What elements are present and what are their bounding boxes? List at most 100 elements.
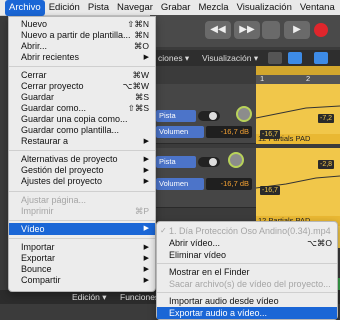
shortcut: ⌘W bbox=[132, 70, 149, 80]
submenu-arrow-icon: ▶ bbox=[143, 167, 149, 174]
submenu-arrow-icon: ▶ bbox=[143, 266, 149, 273]
rewind-button[interactable]: ◀◀ bbox=[205, 21, 231, 39]
menu-item-exportar[interactable]: Exportar ▶ bbox=[9, 253, 155, 264]
pan-knob[interactable] bbox=[236, 106, 252, 122]
menu-item-cerrar-proyecto[interactable]: Cerrar proyecto ⌥⌘W bbox=[9, 81, 155, 92]
exportar-audio-item[interactable]: Exportar audio a vídeo... bbox=[157, 307, 337, 319]
automation-point-value: -7,2 bbox=[318, 114, 335, 123]
submenu-arrow-icon: ▶ bbox=[143, 54, 149, 61]
menu-item-guardar-copia[interactable]: Guardar una copia como... bbox=[9, 114, 155, 125]
menu-item-label: Abrir recientes bbox=[21, 52, 80, 62]
separator bbox=[9, 66, 155, 67]
menu-item-video[interactable]: Vídeo ▶ bbox=[9, 223, 155, 235]
automation-point-value: -16,7 bbox=[260, 186, 280, 195]
track-header[interactable]: Pista Volumen -16,7 dB bbox=[150, 84, 256, 144]
separator bbox=[157, 292, 337, 293]
submenu-arrow-icon: ▶ bbox=[143, 244, 149, 251]
menu-item-abrir-recientes[interactable]: Abrir recientes ▶ bbox=[9, 52, 155, 63]
automation-parameter[interactable]: Volumen bbox=[156, 126, 204, 138]
submenu-arrow-icon: ▶ bbox=[143, 178, 149, 185]
track-toggle[interactable] bbox=[198, 111, 220, 121]
menu-item-gestion[interactable]: Gestión del proyecto ▶ bbox=[9, 165, 155, 176]
submenu-arrow-icon: ▶ bbox=[143, 277, 149, 284]
menu-item-restaurar[interactable]: Restaurar a ▶ bbox=[9, 136, 155, 147]
submenu-arrow-icon: ▶ bbox=[143, 156, 149, 163]
importar-audio-item[interactable]: Importar audio desde vídeo bbox=[157, 295, 337, 307]
menu-item-imprimir[interactable]: Imprimir ⌘P bbox=[9, 206, 155, 217]
pan-knob[interactable] bbox=[228, 152, 244, 168]
shortcut: ⌥⌘W bbox=[122, 81, 149, 91]
funciones-menu[interactable]: ciones ▾ bbox=[158, 53, 189, 64]
menu-visualizacion[interactable]: Visualización bbox=[233, 0, 296, 16]
play-icon: ▶ bbox=[293, 24, 301, 35]
menu-item-cerrar[interactable]: Cerrar ⌘W bbox=[9, 70, 155, 81]
shortcut: ⌘N bbox=[134, 30, 149, 40]
menu-grabar[interactable]: Grabar bbox=[157, 0, 195, 16]
automation-point-value: -2,8 bbox=[318, 160, 335, 169]
abrir-video-item[interactable]: Abrir vídeo... ⌥⌘O bbox=[157, 237, 337, 249]
list-view-button[interactable] bbox=[288, 52, 302, 64]
record-button[interactable] bbox=[314, 23, 328, 37]
menu-item-label: Abrir vídeo... bbox=[169, 238, 221, 248]
forward-icon: ▶▶ bbox=[239, 24, 255, 35]
menu-item-label: Alternativas de proyecto bbox=[21, 154, 118, 164]
automation-point-value: -16,7 bbox=[260, 130, 280, 139]
shortcut: ⌘P bbox=[134, 206, 149, 216]
stop-button[interactable] bbox=[262, 21, 280, 39]
menu-edicion[interactable]: Edición bbox=[45, 0, 84, 16]
catch-button[interactable] bbox=[268, 52, 282, 64]
menu-item-label: Imprimir bbox=[21, 206, 54, 216]
menu-archivo[interactable]: Archivo bbox=[5, 0, 45, 16]
funciones-menu[interactable]: Funciones bbox=[120, 292, 159, 302]
menu-item-label: Mostrar en el Finder bbox=[169, 267, 250, 277]
cycle-range[interactable] bbox=[256, 66, 340, 75]
menu-item-abrir[interactable]: Abrir... ⌘O bbox=[9, 41, 155, 52]
eliminar-video-item[interactable]: Eliminar vídeo bbox=[157, 249, 337, 261]
menu-item-label: Importar audio desde vídeo bbox=[169, 296, 279, 306]
menu-item-guardar-como[interactable]: Guardar como... ⇧⌘S bbox=[9, 103, 155, 114]
audio-region[interactable]: 12 Partials PAD -7,2 -16,7 bbox=[256, 84, 340, 144]
automation-button[interactable] bbox=[314, 52, 328, 64]
menu-mezcla[interactable]: Mezcla bbox=[194, 0, 232, 16]
play-button[interactable]: ▶ bbox=[284, 21, 310, 39]
separator bbox=[9, 191, 155, 192]
menu-item-label: Guardar una copia como... bbox=[21, 114, 128, 124]
ruler-mark: 1 bbox=[260, 74, 265, 83]
separator bbox=[9, 150, 155, 151]
track-header[interactable]: Pista Volumen -16,7 dB bbox=[150, 148, 256, 208]
separator bbox=[157, 263, 337, 264]
menu-item-ajustar-pagina[interactable]: Ajustar página... bbox=[9, 195, 155, 206]
menu-item-guardar-plantilla[interactable]: Guardar como plantilla... bbox=[9, 125, 155, 136]
menu-item-importar[interactable]: Importar ▶ bbox=[9, 242, 155, 253]
visualizacion-menu[interactable]: Visualización ▾ bbox=[202, 53, 258, 64]
menu-item-label: Compartir bbox=[21, 275, 61, 285]
menu-item-nuevo-plantilla[interactable]: Nuevo a partir de plantilla... ⌘N bbox=[9, 30, 155, 41]
mostrar-finder-item[interactable]: Mostrar en el Finder bbox=[157, 266, 337, 278]
menu-item-compartir[interactable]: Compartir ▶ bbox=[9, 275, 155, 286]
track-name: Pista bbox=[156, 110, 196, 122]
edicion-menu[interactable]: Edición ▾ bbox=[72, 292, 107, 303]
menu-item-label: Nuevo bbox=[21, 19, 48, 29]
menu-ventana[interactable]: Ventana bbox=[296, 0, 339, 16]
menu-item-ajustes[interactable]: Ajustes del proyecto ▶ bbox=[9, 176, 155, 187]
menu-item-label: Ajustes del proyecto bbox=[21, 176, 103, 186]
menu-pista[interactable]: Pista bbox=[84, 0, 113, 16]
automation-value[interactable]: -16,7 dB bbox=[206, 178, 252, 190]
ruler[interactable]: 1 2 bbox=[256, 66, 340, 84]
sacar-archivos-item[interactable]: Sacar archivo(s) de vídeo del proyecto..… bbox=[157, 278, 337, 290]
menu-item-bounce[interactable]: Bounce ▶ bbox=[9, 264, 155, 275]
shortcut: ⇧⌘N bbox=[127, 19, 149, 29]
menu-item-label: Exportar bbox=[21, 253, 56, 263]
menu-navegar[interactable]: Navegar bbox=[113, 0, 157, 16]
menu-item-label: Abrir... bbox=[21, 41, 48, 51]
menu-bar: Archivo Edición Pista Navegar Grabar Mez… bbox=[0, 0, 340, 16]
menu-item-guardar[interactable]: Guardar ⌘S bbox=[9, 92, 155, 103]
automation-parameter[interactable]: Volumen bbox=[156, 178, 204, 190]
forward-button[interactable]: ▶▶ bbox=[234, 21, 260, 39]
menu-item-label: Sacar archivo(s) de vídeo del proyecto..… bbox=[169, 279, 331, 289]
menu-item-nuevo[interactable]: Nuevo ⇧⌘N bbox=[9, 19, 155, 30]
automation-value[interactable]: -16,7 dB bbox=[206, 126, 252, 138]
track-toggle[interactable] bbox=[198, 157, 220, 167]
shortcut: ⇧⌘S bbox=[127, 103, 149, 113]
menu-item-alternativas[interactable]: Alternativas de proyecto ▶ bbox=[9, 154, 155, 165]
